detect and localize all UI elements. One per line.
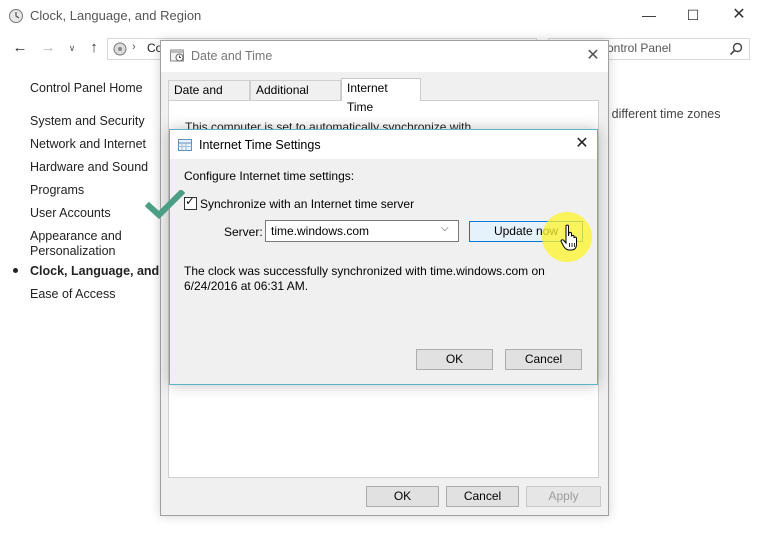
tab-internet-time[interactable]: Internet Time [341,78,421,114]
maximize-button[interactable]: ☐ [678,4,708,26]
window-title: Clock, Language, and Region [30,8,202,23]
breadcrumb-chevron-icon: › [132,41,136,53]
sidebar-item-user-accounts[interactable]: User Accounts [30,206,111,221]
up-arrow-icon[interactable]: ↑ [84,38,104,58]
hand-pointer-icon [560,224,577,251]
sidebar-item-appearance[interactable]: Appearance and Personalization [30,229,155,259]
dialog-title: Date and Time [191,49,273,63]
sidebar-item-ease-of-access[interactable]: Ease of Access [30,287,115,302]
search-icon[interactable] [728,41,744,57]
internet-time-settings-dialog [169,129,598,385]
configure-label: Configure Internet time settings: [184,169,355,183]
chevron-down-icon[interactable]: ∨ [62,38,82,58]
ok-button[interactable]: OK [416,349,493,370]
sync-checkbox-label[interactable]: Synchronize with an Internet time server [200,197,414,211]
internet-time-icon [178,139,192,151]
server-label: Server: [224,225,263,239]
apply-button[interactable]: Apply [526,486,601,507]
sidebar-item-programs[interactable]: Programs [30,183,84,198]
chevron-down-icon[interactable]: ⌵ [441,223,449,234]
server-value: time.windows.com [271,224,370,238]
tab-date-and-time[interactable]: Date and Time [168,80,250,116]
sidebar-item-network-internet[interactable]: Network and Internet [30,137,146,152]
control-panel-home-link[interactable]: Control Panel Home [30,81,143,95]
current-item-bullet [13,268,18,273]
window-close-button[interactable]: ✕ [724,4,754,26]
close-icon[interactable]: ✕ [570,133,594,155]
sync-status-text: The clock was successfully synchronized … [184,264,545,293]
search-placeholder: ontrol Panel [607,41,672,55]
tab-additional-clocks[interactable]: Additional Clocks [250,80,341,116]
date-time-icon [170,49,184,62]
clock-region-icon [9,9,23,23]
sidebar-item-clock-region[interactable]: Clock, Language, and Region [30,264,162,279]
sidebar-item-system-security[interactable]: System and Security [30,114,145,129]
time-zones-link[interactable]: r different time zones [604,107,721,121]
ok-button[interactable]: OK [366,486,439,507]
dialog-title: Internet Time Settings [199,138,321,152]
forward-arrow-icon[interactable]: → [38,38,58,58]
minimize-button[interactable]: — [634,4,664,26]
checkmark-icon: ✓ [185,194,196,208]
cancel-button[interactable]: Cancel [505,349,582,370]
control-panel-icon [113,42,127,56]
close-icon[interactable]: ✕ [582,45,604,67]
sidebar-item-hardware-sound[interactable]: Hardware and Sound [30,160,148,175]
back-arrow-icon[interactable]: ← [10,38,30,58]
cancel-button[interactable]: Cancel [446,486,519,507]
green-checkmark-icon [145,190,185,220]
